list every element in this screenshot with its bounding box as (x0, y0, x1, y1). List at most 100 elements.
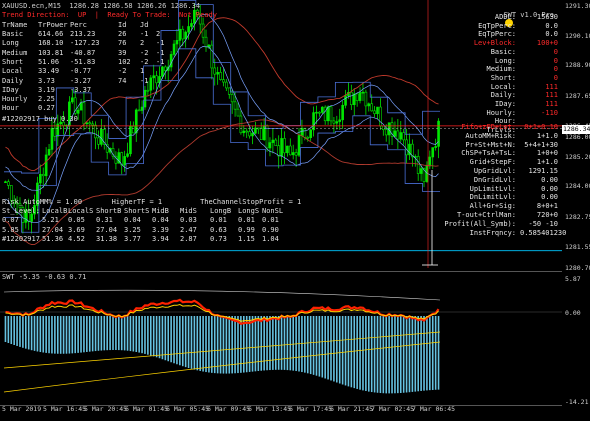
candle-body (245, 130, 249, 133)
status-label: Short: (490, 73, 516, 82)
status-label: EqTpPerc: (478, 30, 516, 39)
table-cell: 31.38 (96, 235, 118, 243)
table-cell: 1 (140, 67, 145, 76)
candle-body (161, 66, 164, 77)
table-header-cell: LocalB (42, 207, 68, 215)
candle-body (376, 106, 379, 115)
candle-body (76, 109, 80, 114)
status-value: 0.00 (541, 175, 558, 184)
table-cell: -2 (118, 67, 127, 76)
time-tick: 7 Mar 06:45 (412, 405, 456, 413)
table-cell: -1 (156, 48, 165, 57)
table-header-cell: LocalS (68, 207, 94, 215)
status-row: Hourly: -110 (440, 109, 558, 118)
table-header-cell: TrName (2, 21, 28, 29)
oscillator-chart[interactable] (0, 272, 590, 405)
table-cell: 39 (118, 48, 127, 57)
table-cell: 3.77 (124, 235, 141, 243)
status-row: UpGridLvl: 1291.15 (440, 167, 558, 176)
table-header-cell: LongS (238, 207, 260, 215)
status-row: EqTpPerc: 0.0 (440, 22, 558, 31)
table-cell: -127.23 (70, 39, 100, 48)
candle-body (219, 72, 222, 80)
candle-body (50, 127, 54, 150)
price-tick: 1286.00 (565, 133, 590, 141)
candle-body (335, 121, 339, 124)
table-header-cell: ShortB (96, 207, 122, 215)
candle-body (152, 75, 156, 79)
table-cell: 2.25 (38, 95, 55, 104)
candle-body (100, 128, 103, 145)
table-cell: 0.90 (262, 225, 279, 234)
price-tick: 1288.90 (565, 61, 590, 70)
candle-body (361, 91, 365, 94)
candle-body (190, 23, 193, 27)
table-cell: Hour (2, 104, 19, 113)
time-tick: 6 Mar 09:45 (207, 405, 251, 413)
candle-body (370, 103, 374, 112)
candle-body (227, 87, 231, 95)
status-row: IDay: 111 (440, 100, 558, 109)
table-cell: Hourly (2, 95, 28, 104)
candle-body (248, 131, 251, 137)
candle-body (431, 147, 435, 158)
table-cell: 2 (140, 39, 145, 48)
candle-body (126, 153, 129, 157)
candle-body (306, 136, 310, 139)
status-value: 0 (553, 73, 558, 82)
table-cell: -2 (140, 57, 149, 66)
status-value: 1+0+0 (536, 149, 558, 158)
candle-body (143, 89, 147, 108)
table-cell: 0.63 (210, 225, 227, 234)
osc-tick: 0.00 (565, 309, 581, 317)
candle-body (341, 104, 344, 121)
price-tick: 1282.75 (565, 213, 590, 222)
table-header-cell: LongB (210, 207, 232, 215)
table-cell: 3.94 (152, 235, 169, 243)
time-tick: 6 Mar 01:45 (125, 405, 169, 413)
table-cell: 0.07 (2, 216, 19, 224)
status-label: Hourly: (486, 108, 516, 117)
candle-body (274, 139, 278, 147)
candle-body (129, 125, 132, 155)
status-label: Local: (490, 82, 516, 91)
table-cell: Basic (2, 30, 24, 38)
candle-body (53, 127, 57, 137)
candle-body (222, 79, 225, 83)
status-row: T-out+CtrlMan: 720+0 (440, 211, 558, 220)
status-label: Medium: (486, 65, 516, 74)
candle-body (326, 106, 330, 122)
status-label: ChSP+TsA+TsL: (461, 149, 516, 158)
candle-body (315, 111, 318, 114)
table-cell: 0.01 (210, 216, 227, 224)
candle-body (312, 112, 315, 131)
status-value: 0.585401230 (520, 228, 567, 237)
candle-body (294, 152, 298, 156)
status-row: Fifo+zFD+Lot: 0+1+0.10 (440, 123, 558, 132)
status-row: AutoMM+Risk: 1+1.0 (440, 132, 558, 141)
candle-body (338, 119, 342, 122)
table-header-cell: MidS (180, 207, 197, 215)
table-cell: 51.36 (42, 235, 64, 243)
table-cell: 2.87 (180, 235, 197, 243)
status-value: 1+1.0 (536, 131, 558, 140)
status-value: 0.0 (545, 30, 558, 39)
status-value: 0 (553, 65, 558, 74)
status-label: Lev+Block: (473, 39, 516, 48)
table-header-cell: Id (118, 21, 127, 29)
candle-body (309, 129, 312, 138)
status-row: ChSP+TsA+TsL: 1+0+0 (440, 149, 558, 158)
candle-body (233, 101, 237, 110)
table-cell: 5.21 (42, 216, 59, 224)
table-cell: 3.69 (68, 225, 85, 234)
table-header-cell: TrPower (38, 21, 68, 29)
table-header-cell: NonSL (262, 207, 284, 215)
time-tick: 5 Mar 16:45 (43, 405, 87, 413)
status-value: 1+1.0 (536, 158, 558, 167)
candle-body (405, 139, 408, 156)
candle-body (265, 125, 269, 149)
candle-body (149, 77, 153, 91)
status-value: 1291.15 (528, 167, 558, 175)
status-row: EqTpPerc: 0.0 (440, 30, 558, 39)
candle-body (239, 115, 243, 134)
